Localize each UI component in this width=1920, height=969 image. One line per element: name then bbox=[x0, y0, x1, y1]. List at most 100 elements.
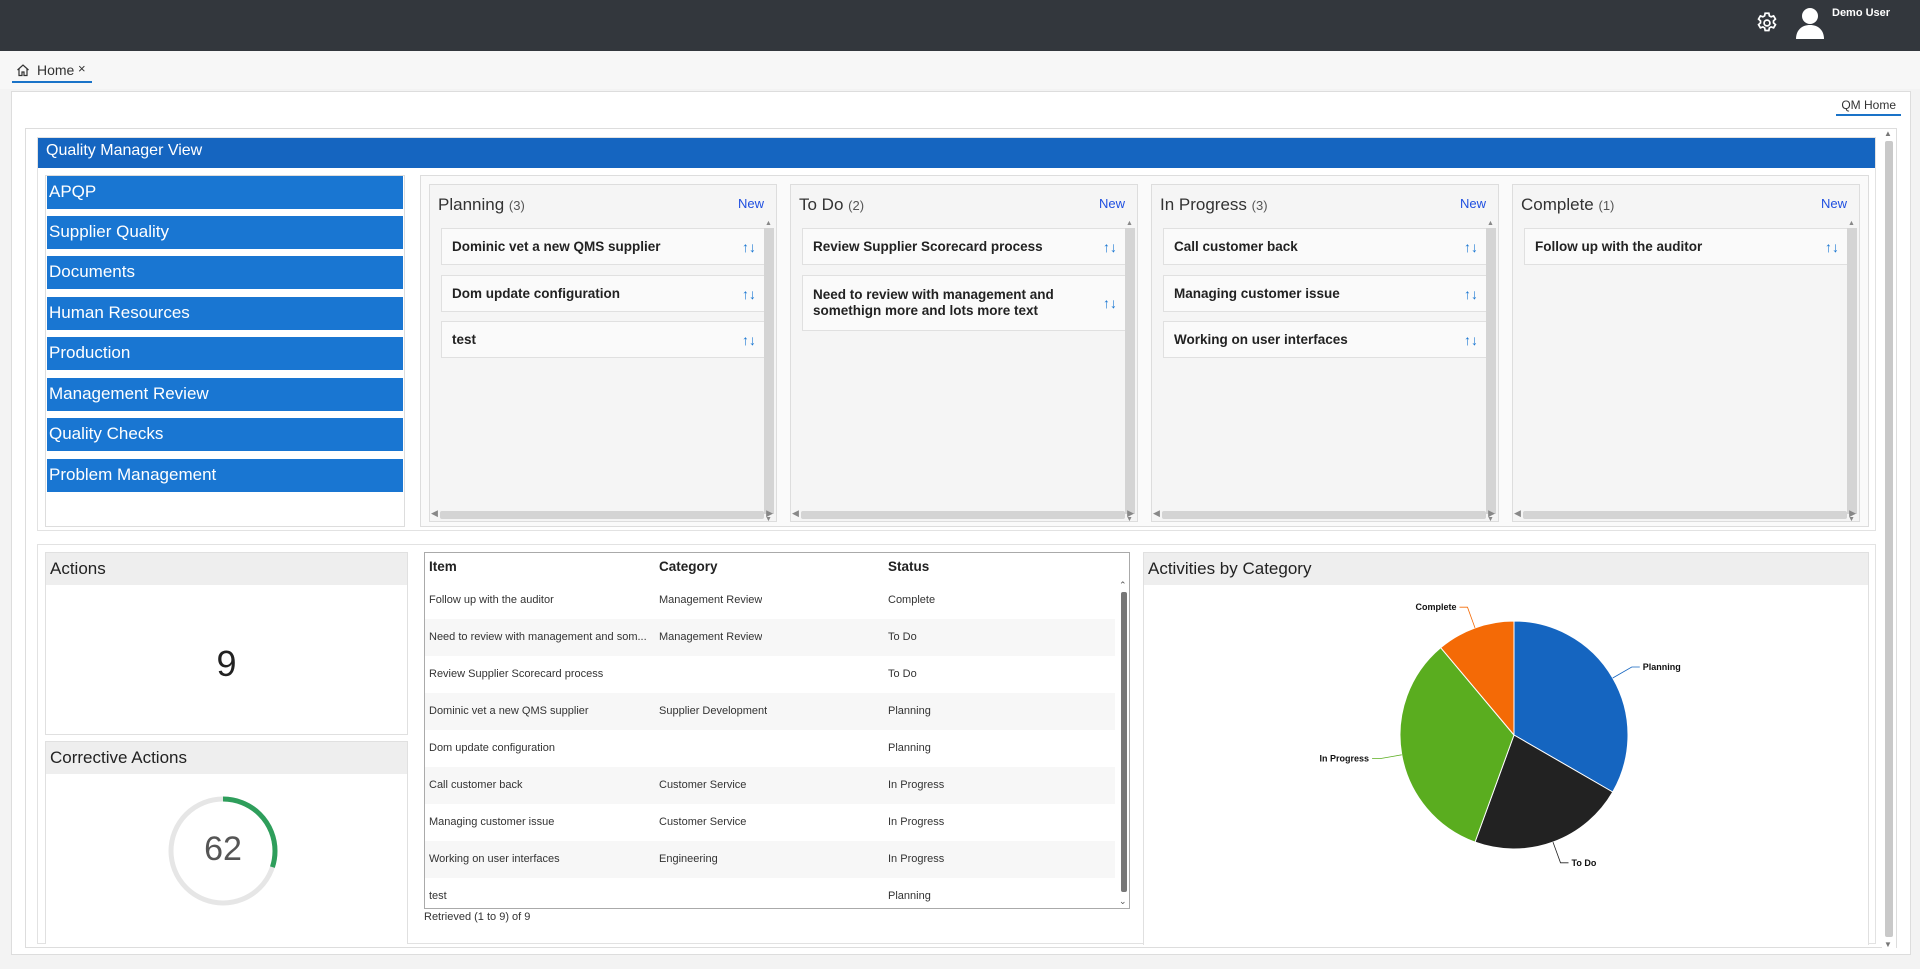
new-card-button[interactable]: New bbox=[1460, 196, 1486, 211]
nav-item-documents[interactable]: Documents bbox=[47, 256, 403, 289]
new-card-button[interactable]: New bbox=[738, 196, 764, 211]
kanban-card[interactable]: Working on user interfaces ↑↓ bbox=[1163, 321, 1487, 358]
card-title: Need to review with management and somet… bbox=[813, 287, 1054, 318]
scroll-left-icon[interactable]: ◀ bbox=[792, 508, 799, 519]
actions-grid: Item Category Status Follow up with the … bbox=[424, 552, 1130, 909]
move-arrows-icon[interactable]: ↑↓ bbox=[742, 286, 756, 302]
scroll-right-icon[interactable]: ▶ bbox=[1127, 508, 1134, 519]
view-title: Quality Manager View bbox=[38, 138, 1875, 168]
scrollbar-thumb[interactable] bbox=[1121, 592, 1127, 892]
move-arrows-icon[interactable]: ↑↓ bbox=[1464, 239, 1478, 255]
column-hscrollbar[interactable]: ◀ ▶ bbox=[431, 508, 773, 519]
column-header-category[interactable]: Category bbox=[659, 559, 718, 574]
scroll-left-icon[interactable]: ◀ bbox=[431, 508, 438, 519]
column-hscrollbar[interactable]: ◀ ▶ bbox=[1153, 508, 1495, 519]
move-arrows-icon[interactable]: ↑↓ bbox=[742, 239, 756, 255]
nav-item-supplier-quality[interactable]: Supplier Quality bbox=[47, 216, 403, 249]
kanban-card[interactable]: Managing customer issue ↑↓ bbox=[1163, 275, 1487, 312]
nav-item-problem-management[interactable]: Problem Management bbox=[47, 459, 403, 492]
nav-item-quality-checks[interactable]: Quality Checks bbox=[47, 418, 403, 451]
kanban-card[interactable]: Dominic vet a new QMS supplier ↑↓ bbox=[441, 228, 765, 265]
scroll-left-icon[interactable]: ◀ bbox=[1153, 508, 1160, 519]
scroll-up-icon[interactable]: ▲ bbox=[1126, 220, 1133, 227]
card-title: Dom update configuration bbox=[452, 285, 620, 301]
grid-header: Item Category Status bbox=[425, 553, 1129, 582]
table-row[interactable]: Managing customer issue Customer Service I… bbox=[425, 804, 1115, 841]
scroll-up-icon[interactable]: ▲ bbox=[765, 220, 772, 227]
page-scrollbar[interactable]: ▲ ▼ bbox=[1882, 129, 1896, 949]
user-avatar-icon[interactable] bbox=[1794, 5, 1826, 39]
table-row[interactable]: Follow up with the auditor Management Rev… bbox=[425, 582, 1115, 619]
scroll-up-icon[interactable]: ▲ bbox=[1848, 220, 1855, 227]
column-header-item[interactable]: Item bbox=[429, 559, 457, 574]
nav-item-production[interactable]: Production bbox=[47, 337, 403, 370]
cell-category: Engineering bbox=[659, 853, 718, 865]
table-row[interactable]: Call customer back Customer Service In Pro… bbox=[425, 767, 1115, 804]
scroll-right-icon[interactable]: ▶ bbox=[1849, 508, 1856, 519]
tab-qm-home[interactable]: QM Home bbox=[1836, 98, 1901, 116]
gear-icon[interactable] bbox=[1754, 10, 1780, 36]
column-header-status[interactable]: Status bbox=[888, 559, 929, 574]
nav-item-apqp[interactable]: APQP bbox=[47, 176, 403, 209]
kanban-card[interactable]: Follow up with the auditor ↑↓ bbox=[1524, 228, 1848, 265]
column-scrollbar[interactable]: ▲ ▼ bbox=[764, 220, 774, 523]
cell-item: Call customer back bbox=[429, 779, 523, 791]
column-scrollbar[interactable]: ▲ ▼ bbox=[1486, 220, 1496, 523]
column-scrollbar[interactable]: ▲ ▼ bbox=[1847, 220, 1857, 523]
activities-chart-panel: Activities by Category Planning To Do In P… bbox=[1143, 552, 1869, 945]
table-row[interactable]: Dominic vet a new QMS supplier Supplier D… bbox=[425, 693, 1115, 730]
home-icon bbox=[17, 64, 29, 77]
card-title: test bbox=[452, 331, 477, 347]
table-row[interactable]: Review Supplier Scorecard process To Do bbox=[425, 656, 1115, 693]
kanban-card[interactable]: Review Supplier Scorecard process ↑↓ bbox=[802, 228, 1126, 265]
nav-menu: APQP Supplier Quality Documents Human Re… bbox=[45, 175, 405, 527]
kanban-card[interactable]: Call customer back ↑↓ bbox=[1163, 228, 1487, 265]
pie-chart: Planning To Do In Progress Complete bbox=[1320, 602, 1681, 868]
nav-item-human-resources[interactable]: Human Resources bbox=[47, 297, 403, 330]
cell-category: Customer Service bbox=[659, 779, 747, 791]
move-arrows-icon[interactable]: ↑↓ bbox=[742, 332, 756, 348]
cell-status: Planning bbox=[888, 705, 931, 717]
scrollbar-thumb[interactable] bbox=[1885, 141, 1893, 937]
scroll-up-icon[interactable]: ⌃ bbox=[1119, 580, 1127, 591]
scroll-up-icon[interactable]: ▲ bbox=[1884, 129, 1892, 138]
content-area: QM Home ▲ ▼ Quality Manager View APQP Su… bbox=[11, 91, 1911, 955]
table-row[interactable]: Working on user interfaces Engineering In … bbox=[425, 841, 1115, 878]
cell-category: Supplier Development bbox=[659, 705, 768, 717]
kanban-card[interactable]: test ↑↓ bbox=[441, 321, 765, 358]
column-count: (3) bbox=[1251, 198, 1268, 213]
table-row[interactable]: Need to review with management and som..… bbox=[425, 619, 1115, 656]
move-arrows-icon[interactable]: ↑↓ bbox=[1103, 295, 1117, 311]
new-card-button[interactable]: New bbox=[1099, 196, 1125, 211]
scroll-left-icon[interactable]: ◀ bbox=[1514, 508, 1521, 519]
nav-item-management-review[interactable]: Management Review bbox=[47, 378, 403, 411]
column-hscrollbar[interactable]: ◀ ▶ bbox=[1514, 508, 1856, 519]
scroll-up-icon[interactable]: ▲ bbox=[1487, 220, 1494, 227]
new-card-button[interactable]: New bbox=[1821, 196, 1847, 211]
move-arrows-icon[interactable]: ↑↓ bbox=[1464, 332, 1478, 348]
column-title: To Do (2) bbox=[799, 195, 864, 215]
table-row[interactable]: Dom update configuration Planning bbox=[425, 730, 1115, 767]
cell-status: In Progress bbox=[888, 816, 945, 828]
scroll-right-icon[interactable]: ▶ bbox=[766, 508, 773, 519]
column-name: In Progress bbox=[1160, 195, 1247, 214]
pie-label-leader bbox=[1552, 841, 1569, 864]
tab-home[interactable]: Home × bbox=[12, 61, 92, 83]
scroll-right-icon[interactable]: ▶ bbox=[1488, 508, 1495, 519]
kanban-card[interactable]: Dom update configuration ↑↓ bbox=[441, 275, 765, 312]
grid-scrollbar[interactable]: ⌃ ⌄ bbox=[1119, 580, 1128, 907]
close-icon[interactable]: × bbox=[78, 61, 86, 76]
move-arrows-icon[interactable]: ↑↓ bbox=[1464, 286, 1478, 302]
pie-label-leader bbox=[1612, 666, 1640, 679]
move-arrows-icon[interactable]: ↑↓ bbox=[1103, 239, 1117, 255]
scroll-down-icon[interactable]: ▼ bbox=[1884, 940, 1892, 949]
scroll-down-icon[interactable]: ⌄ bbox=[1119, 896, 1127, 907]
column-scrollbar[interactable]: ▲ ▼ bbox=[1125, 220, 1135, 523]
kanban-column-complete: Complete (1) New Follow up with the audi… bbox=[1512, 184, 1860, 523]
move-arrows-icon[interactable]: ↑↓ bbox=[1825, 239, 1839, 255]
column-name: To Do bbox=[799, 195, 844, 214]
column-hscrollbar[interactable]: ◀ ▶ bbox=[792, 508, 1134, 519]
kanban-card[interactable]: Need to review with management and somet… bbox=[802, 275, 1126, 331]
username-label[interactable]: Demo User bbox=[1832, 7, 1890, 19]
table-row[interactable]: test Planning bbox=[425, 878, 1115, 915]
